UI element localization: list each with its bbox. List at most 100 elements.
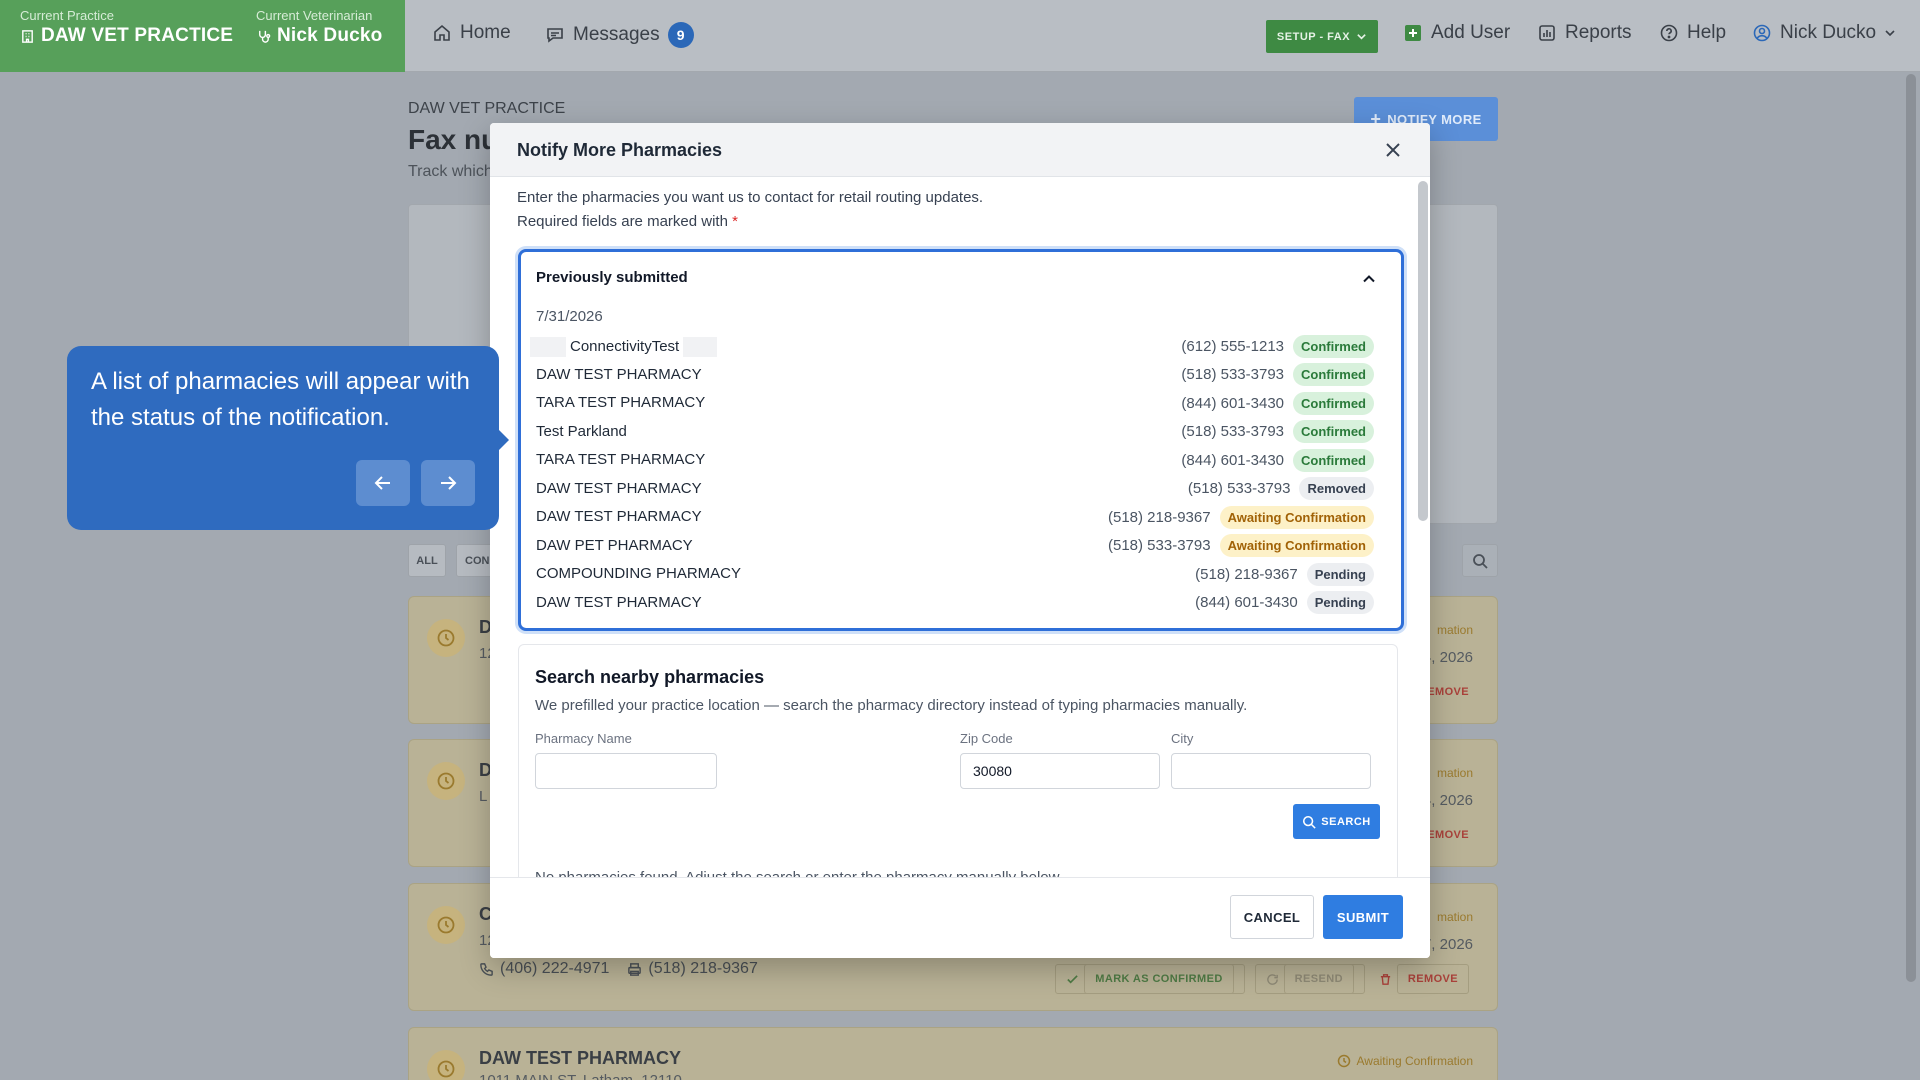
card-address: 1011 MAIN ST, Latham, 12110 <box>479 1072 682 1080</box>
remove-button[interactable]: REMOVE <box>1375 964 1473 994</box>
search-nearby-title: Search nearby pharmacies <box>535 667 765 687</box>
list-item: DAW TEST PHARMACY (518) 533-3793 Removed <box>536 476 1374 502</box>
list-item: ConnectivityTest (612) 555-1213 Confirmed <box>530 333 1374 359</box>
pharmacy-name-label: Pharmacy Name <box>535 731 632 746</box>
search-button-label: SEARCH <box>1321 815 1371 828</box>
search-nearby-description: We prefilled your practice location — se… <box>535 697 1248 714</box>
card-status: mation <box>1436 910 1473 924</box>
city-label: City <box>1171 731 1194 746</box>
search-icon <box>1473 553 1488 569</box>
chevron-down-icon <box>1885 30 1895 37</box>
list-item: DAW TEST PHARMACY (518) 533-3793 Confirme… <box>536 362 1374 388</box>
user-menu-name: Nick Ducko <box>1780 22 1877 43</box>
plus-square-icon <box>1405 25 1421 41</box>
tour-prev-button[interactable] <box>356 460 410 506</box>
status-badge: Awaiting Confirmation <box>1219 505 1374 529</box>
close-icon[interactable] <box>1382 139 1404 161</box>
card-status-label: Awaiting Confirmation <box>1356 1054 1473 1068</box>
card-phone: (406) 222-4971 <box>479 960 609 978</box>
pharmacy-name: DAW TEST PHARMACY <box>536 593 702 611</box>
list-item: COMPOUNDING PHARMACY (518) 218-9367 Pendi… <box>536 561 1374 587</box>
card-status-awaiting: Awaiting Confirmation <box>1337 1054 1473 1068</box>
current-practice-name: DAW VET PRACTICE <box>41 25 234 46</box>
zip-code-input[interactable] <box>960 753 1160 789</box>
add-user-button[interactable]: Add User <box>1403 22 1510 44</box>
pharmacy-phone: (518) 533-3793 <box>1187 480 1291 497</box>
status-badge: Pending <box>1306 591 1374 614</box>
remove-label: REMOVE <box>1396 964 1469 994</box>
notify-more-modal: Notify More Pharmacies Enter the pharmac… <box>490 123 1430 958</box>
cancel-button[interactable]: CANCEL <box>1230 895 1314 939</box>
search-icon <box>1303 815 1316 829</box>
current-practice-label: Current Practice <box>20 8 114 23</box>
card-fax: (518) 218-9367 <box>627 960 758 978</box>
list-item: DAW TEST PHARMACY (844) 601-3430 Pending <box>536 590 1374 616</box>
filter-all[interactable]: ALL <box>408 544 446 577</box>
list-item: DAW PET PHARMACY (518) 533-3793 Awaiting … <box>536 533 1374 559</box>
nav-messages-label: Messages <box>573 24 660 45</box>
pharmacy-name: DAW PET PHARMACY <box>536 536 693 554</box>
user-menu[interactable]: Nick Ducko <box>1752 22 1896 44</box>
pharmacy-phone: (518) 533-3793 <box>1107 537 1211 554</box>
page-subtitle: Track which <box>408 163 493 180</box>
chart-icon <box>1539 25 1555 41</box>
no-results-message: No pharmacies found. Adjust the search o… <box>535 869 1063 877</box>
card-status: mation <box>1436 766 1473 780</box>
mark-confirmed-button[interactable]: MARK AS CONFIRMED <box>1055 964 1245 994</box>
context-panel[interactable]: Current Practice DAW VET PRACTICE Curren… <box>0 0 405 72</box>
card-fax-number: (518) 218-9367 <box>648 960 758 977</box>
chevron-up-icon[interactable] <box>1361 271 1377 287</box>
stethoscope-icon <box>259 30 271 43</box>
check-icon <box>1067 974 1079 983</box>
nav-messages[interactable]: Messages 9 <box>545 22 694 48</box>
pharmacy-name: ConnectivityTest <box>570 337 680 355</box>
nav-help[interactable]: Help <box>1659 22 1726 44</box>
messages-count-badge: 9 <box>667 22 694 48</box>
nav-reports[interactable]: Reports <box>1537 22 1632 44</box>
pharmacy-name: DAW TEST PHARMACY <box>536 365 702 383</box>
card-name: DAW TEST PHARMACY <box>479 1048 681 1068</box>
page-title: Fax nu <box>408 124 499 155</box>
submit-button[interactable]: SUBMIT <box>1323 895 1403 939</box>
list-item: Test Parkland (518) 533-3793 Confirmed <box>536 419 1374 445</box>
help-icon <box>1660 24 1678 42</box>
pharmacy-name: DAW TEST PHARMACY <box>536 508 702 525</box>
page-scrollbar[interactable] <box>1906 74 1916 982</box>
phone-icon <box>480 962 493 976</box>
city-input[interactable] <box>1171 753 1371 789</box>
redacted-block <box>683 337 718 357</box>
pharmacy-name: DAW TEST PHARMACY <box>536 479 702 497</box>
home-icon <box>434 24 450 41</box>
card-date: 4, 2026 <box>1422 792 1473 809</box>
bg-search-button[interactable] <box>1462 544 1498 577</box>
setup-fax-dropdown[interactable]: SETUP - FAX <box>1266 20 1378 53</box>
nav-home[interactable]: Home <box>432 22 511 44</box>
pharmacy-phone: (518) 218-9367 <box>1195 565 1298 583</box>
search-button[interactable]: SEARCH <box>1293 804 1380 839</box>
pharmacy-card: DAW TEST PHARMACY 1011 MAIN ST, Latham, … <box>408 1027 1498 1080</box>
current-practice[interactable]: Current Practice DAW VET PRACTICE <box>20 8 233 47</box>
status-badge: Awaiting Confirmation <box>1219 534 1374 557</box>
pharmacy-phone: (844) 601-3430 <box>1181 394 1284 412</box>
redacted-block <box>530 337 566 357</box>
pharmacy-name: COMPOUNDING PHARMACY <box>536 565 742 582</box>
chevron-down-icon <box>1357 34 1366 40</box>
pharmacy-name: TARA TEST PHARMACY <box>536 451 706 468</box>
status-badge: Confirmed <box>1293 334 1374 358</box>
top-bar: Current Practice DAW VET PRACTICE Curren… <box>0 0 1920 72</box>
pharmacy-phone: (518) 533-3793 <box>1181 423 1284 440</box>
submission-date: 7/31/2026 <box>536 308 603 325</box>
tour-tooltip: A list of pharmacies will appear with th… <box>67 346 509 530</box>
modal-scrollbar[interactable] <box>1418 181 1428 521</box>
pharmacy-name-input[interactable] <box>535 753 717 789</box>
resend-button[interactable]: RESEND <box>1254 964 1365 994</box>
add-user-label: Add User <box>1431 22 1511 43</box>
modal-footer: CANCEL SUBMIT <box>490 877 1430 958</box>
card-phone-number: (406) 222-4971 <box>500 960 610 977</box>
clock-icon <box>427 906 465 944</box>
mark-confirmed-label: MARK AS CONFIRMED <box>1084 964 1234 994</box>
current-veterinarian[interactable]: Current Veterinarian Nick Ducko <box>256 8 382 47</box>
list-item: DAW TEST PHARMACY (518) 218-9367 Awaiting… <box>536 504 1374 530</box>
tour-next-button[interactable] <box>421 460 475 506</box>
card-date: 7, 2026 <box>1422 936 1473 953</box>
